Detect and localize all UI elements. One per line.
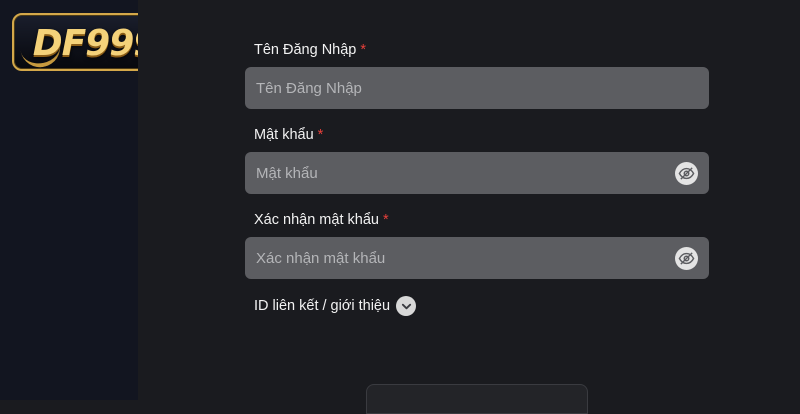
sidebar: DF999 [0, 0, 173, 400]
password-input[interactable] [245, 152, 709, 194]
confirm-password-visibility-toggle[interactable] [675, 247, 698, 270]
username-input[interactable] [245, 67, 709, 109]
chevron-down-icon[interactable] [396, 296, 417, 316]
referral-label: ID liên kết / giới thiệu [254, 298, 391, 314]
confirm-password-label: Xác nhận mật khẩu * [254, 212, 389, 228]
confirm-password-label-text: Xác nhận mật khẩu [254, 212, 379, 228]
password-visibility-toggle[interactable] [675, 162, 698, 185]
confirm-password-field-box [245, 237, 709, 279]
username-label-text: Tên Đăng Nhập [254, 42, 357, 58]
required-mark: * [360, 42, 367, 58]
username-label: Tên Đăng Nhập * [254, 42, 366, 58]
required-mark: * [382, 212, 389, 228]
username-field-box [245, 67, 709, 109]
eye-off-icon [678, 252, 695, 265]
password-label-text: Mật khẩu [254, 127, 314, 143]
submit-button[interactable] [366, 384, 588, 414]
password-label: Mật khẩu * [254, 127, 323, 143]
main-panel [138, 0, 800, 400]
referral-toggle[interactable]: ID liên kết / giới thiệu [254, 296, 417, 316]
confirm-password-input[interactable] [245, 237, 709, 279]
password-field-box [245, 152, 709, 194]
eye-off-icon [678, 167, 695, 180]
required-mark: * [317, 127, 324, 143]
